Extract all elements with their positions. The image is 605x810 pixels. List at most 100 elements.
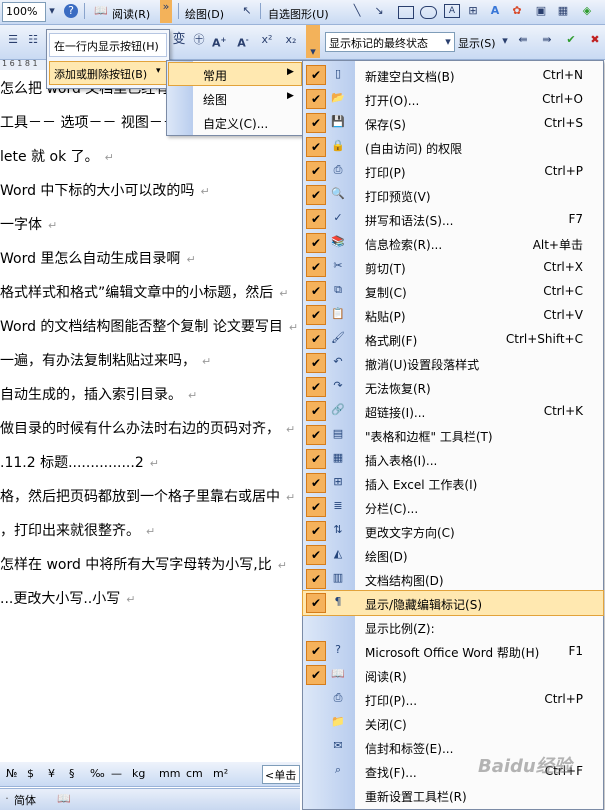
- enclose-character-icon[interactable]: ㊉: [192, 33, 206, 47]
- numbering-icon[interactable]: ☰: [6, 33, 20, 47]
- clip-art-icon[interactable]: ▣: [534, 4, 548, 18]
- symbol-button[interactable]: $: [27, 767, 34, 780]
- checkmark-icon[interactable]: ✔: [306, 65, 326, 85]
- checkmark-icon[interactable]: ✔: [306, 449, 326, 469]
- oval-icon[interactable]: [420, 6, 437, 19]
- document-page[interactable]: 怎么把 word 文档里已经有的分页符去掉，↵工具－－ 选项－－ 视图－－ 格式…: [0, 70, 300, 740]
- checkmark-icon[interactable]: ✔: [306, 305, 326, 325]
- menu-item-show-hide-marks[interactable]: ✔ ¶ 显示/隐藏编辑标记(S): [302, 590, 604, 616]
- menu-item-columns[interactable]: ✔ ≣ 分栏(C)...: [303, 495, 603, 519]
- bullets-icon[interactable]: ☷: [26, 33, 40, 47]
- fill-color-icon[interactable]: ◈: [580, 4, 594, 18]
- symbol-button[interactable]: ‰: [90, 767, 105, 780]
- menu-item-permission[interactable]: ✔ 🔒 (自由访问) 的权限: [303, 135, 603, 159]
- superscript-icon[interactable]: x²: [260, 33, 274, 47]
- symbol-button[interactable]: ¥: [48, 767, 55, 780]
- grow-font-icon[interactable]: A+: [212, 33, 226, 51]
- menu-item-drawing[interactable]: ✔ ◭ 绘图(D): [303, 543, 603, 567]
- menu-item-insert-table[interactable]: ✔ ▦ 插入表格(I)...: [303, 447, 603, 471]
- menu-item-document-map[interactable]: ✔ ▥ 文档结构图(D): [303, 567, 603, 591]
- text-box-icon[interactable]: A: [444, 4, 460, 18]
- checkmark-icon[interactable]: ✔: [306, 329, 326, 349]
- menu-item-item-30[interactable]: 重新设置工具栏(R): [303, 783, 603, 807]
- vertical-text-box-icon[interactable]: ⊞: [466, 4, 480, 18]
- draw-menu-button[interactable]: 绘图(D): [185, 6, 224, 22]
- chevron-down-icon[interactable]: ▾: [500, 34, 510, 48]
- checkmark-icon[interactable]: ✔: [306, 209, 326, 229]
- checkmark-icon[interactable]: ✔: [306, 473, 326, 493]
- line-icon[interactable]: ╲: [350, 4, 364, 18]
- checkmark-icon[interactable]: ✔: [306, 593, 326, 613]
- wordart-icon[interactable]: A: [488, 4, 502, 18]
- menu-item-redo[interactable]: ✔ ↷ 无法恢复(R): [303, 375, 603, 399]
- menu-item-item-23[interactable]: 显示比例(Z):: [303, 615, 603, 639]
- menu-item-open-folder[interactable]: ✔ 📂 打开(O)... Ctrl+O: [303, 87, 603, 111]
- checkmark-icon[interactable]: ✔: [306, 425, 326, 445]
- symbol-button[interactable]: mm: [159, 767, 180, 780]
- checkmark-icon[interactable]: ✔: [306, 377, 326, 397]
- checkmark-icon[interactable]: ✔: [306, 161, 326, 181]
- menu-item-close-folder[interactable]: 📁 关闭(C): [303, 711, 603, 735]
- checkmark-icon[interactable]: ✔: [306, 569, 326, 589]
- next-change-icon[interactable]: ⇛: [540, 33, 554, 47]
- picture-icon[interactable]: ▦: [556, 4, 570, 18]
- menu-item-print-dialog[interactable]: ⎙ 打印(P)... Ctrl+P: [303, 687, 603, 711]
- spelling-status-icon[interactable]: 📖: [56, 792, 72, 806]
- reject-change-icon[interactable]: ✖: [588, 33, 602, 47]
- diagram-icon[interactable]: ✿: [510, 4, 524, 18]
- menu-item-text-direction[interactable]: ✔ ⇅ 更改文字方向(C): [303, 519, 603, 543]
- menu-item-new-doc[interactable]: ✔ ▯ 新建空白文档(B) Ctrl+N: [303, 63, 603, 87]
- menu-item-read[interactable]: ✔ 📖 阅读(R): [303, 663, 603, 687]
- display-for-review-combobox[interactable]: 显示标记的最终状态: [325, 32, 455, 52]
- checkmark-icon[interactable]: ✔: [306, 233, 326, 253]
- checkmark-icon[interactable]: ✔: [306, 401, 326, 421]
- menu-item-paste[interactable]: ✔ 📋 粘贴(P) Ctrl+V: [303, 303, 603, 327]
- menu-item-tables-borders[interactable]: ✔ ▤ "表格和边框" 工具栏(T): [303, 423, 603, 447]
- menu-item-print[interactable]: ✔ ⎙ 打印(P) Ctrl+P: [303, 159, 603, 183]
- zoom-dropdown-icon[interactable]: ▾: [46, 4, 58, 18]
- menu-item-hyperlink[interactable]: ✔ 🔗 超链接(I)... Ctrl+K: [303, 399, 603, 423]
- symbol-button[interactable]: m²: [213, 767, 228, 780]
- checkmark-icon[interactable]: ✔: [306, 521, 326, 541]
- show-markup-button[interactable]: 显示(S): [458, 35, 496, 51]
- chevron-down-icon[interactable]: ▾: [443, 35, 453, 49]
- menu-item-help[interactable]: ✔? Microsoft Office Word 帮助(H) F1: [303, 639, 603, 663]
- checkmark-icon[interactable]: ✔: [306, 89, 326, 109]
- checkmark-icon[interactable]: ✔: [306, 545, 326, 565]
- menu-item-cut[interactable]: ✔ ✂ 剪切(T) Ctrl+X: [303, 255, 603, 279]
- shrink-font-icon[interactable]: A-: [236, 33, 250, 51]
- read-button[interactable]: 阅读(R): [112, 6, 150, 22]
- menu-item-format-painter[interactable]: ✔ 🖌 格式刷(F) Ctrl+Shift+C: [303, 327, 603, 351]
- subscript-icon[interactable]: x₂: [284, 33, 298, 47]
- checkmark-icon[interactable]: ✔: [306, 281, 326, 301]
- checkmark-icon[interactable]: ✔: [306, 353, 326, 373]
- symbol-button[interactable]: cm: [186, 767, 203, 780]
- toolbar-options-icon[interactable]: »: [160, 0, 172, 23]
- zoom-combobox[interactable]: 100%: [2, 2, 46, 22]
- submenu-item-customize[interactable]: 自定义(C)...: [169, 111, 301, 133]
- checkmark-icon[interactable]: ✔: [306, 257, 326, 277]
- checkmark-icon[interactable]: ✔: [306, 137, 326, 157]
- symbol-input-field[interactable]: <单击: [262, 765, 300, 784]
- checkmark-icon[interactable]: ✔: [306, 185, 326, 205]
- menu-item-save[interactable]: ✔ 💾 保存(S) Ctrl+S: [303, 111, 603, 135]
- checkmark-icon[interactable]: ✔: [306, 113, 326, 133]
- previous-change-icon[interactable]: ⇚: [516, 33, 530, 47]
- accept-change-icon[interactable]: ✔: [564, 33, 578, 47]
- toolbar-options-icon[interactable]: ▾: [306, 25, 320, 58]
- menu-item-research[interactable]: ✔ 📚 信息检索(R)... Alt+单击: [303, 231, 603, 255]
- symbol-button[interactable]: №: [6, 767, 17, 780]
- menu-item-copy[interactable]: ✔ ⧉ 复制(C) Ctrl+C: [303, 279, 603, 303]
- checkmark-icon[interactable]: ✔: [306, 665, 326, 685]
- autoshapes-menu-button[interactable]: 自选图形(U): [268, 6, 329, 22]
- help-icon[interactable]: ?: [64, 4, 78, 18]
- menu-item-spelling[interactable]: ✔ ✓ 拼写和语法(S)... F7: [303, 207, 603, 231]
- symbol-button[interactable]: —: [111, 767, 122, 780]
- select-objects-icon[interactable]: ↖: [240, 4, 254, 18]
- submenu-item-drawing[interactable]: 绘图 ▶: [169, 87, 301, 109]
- menu-item-print-preview[interactable]: ✔ 🔍 打印预览(V): [303, 183, 603, 207]
- menu-item-undo[interactable]: ✔ ↶ 撤消(U)设置段落样式: [303, 351, 603, 375]
- chinese-layout-icon[interactable]: 变: [172, 33, 186, 47]
- checkmark-icon[interactable]: ✔: [306, 641, 326, 661]
- add-remove-buttons-item[interactable]: 添加或删除按钮(B) ▾: [49, 61, 167, 85]
